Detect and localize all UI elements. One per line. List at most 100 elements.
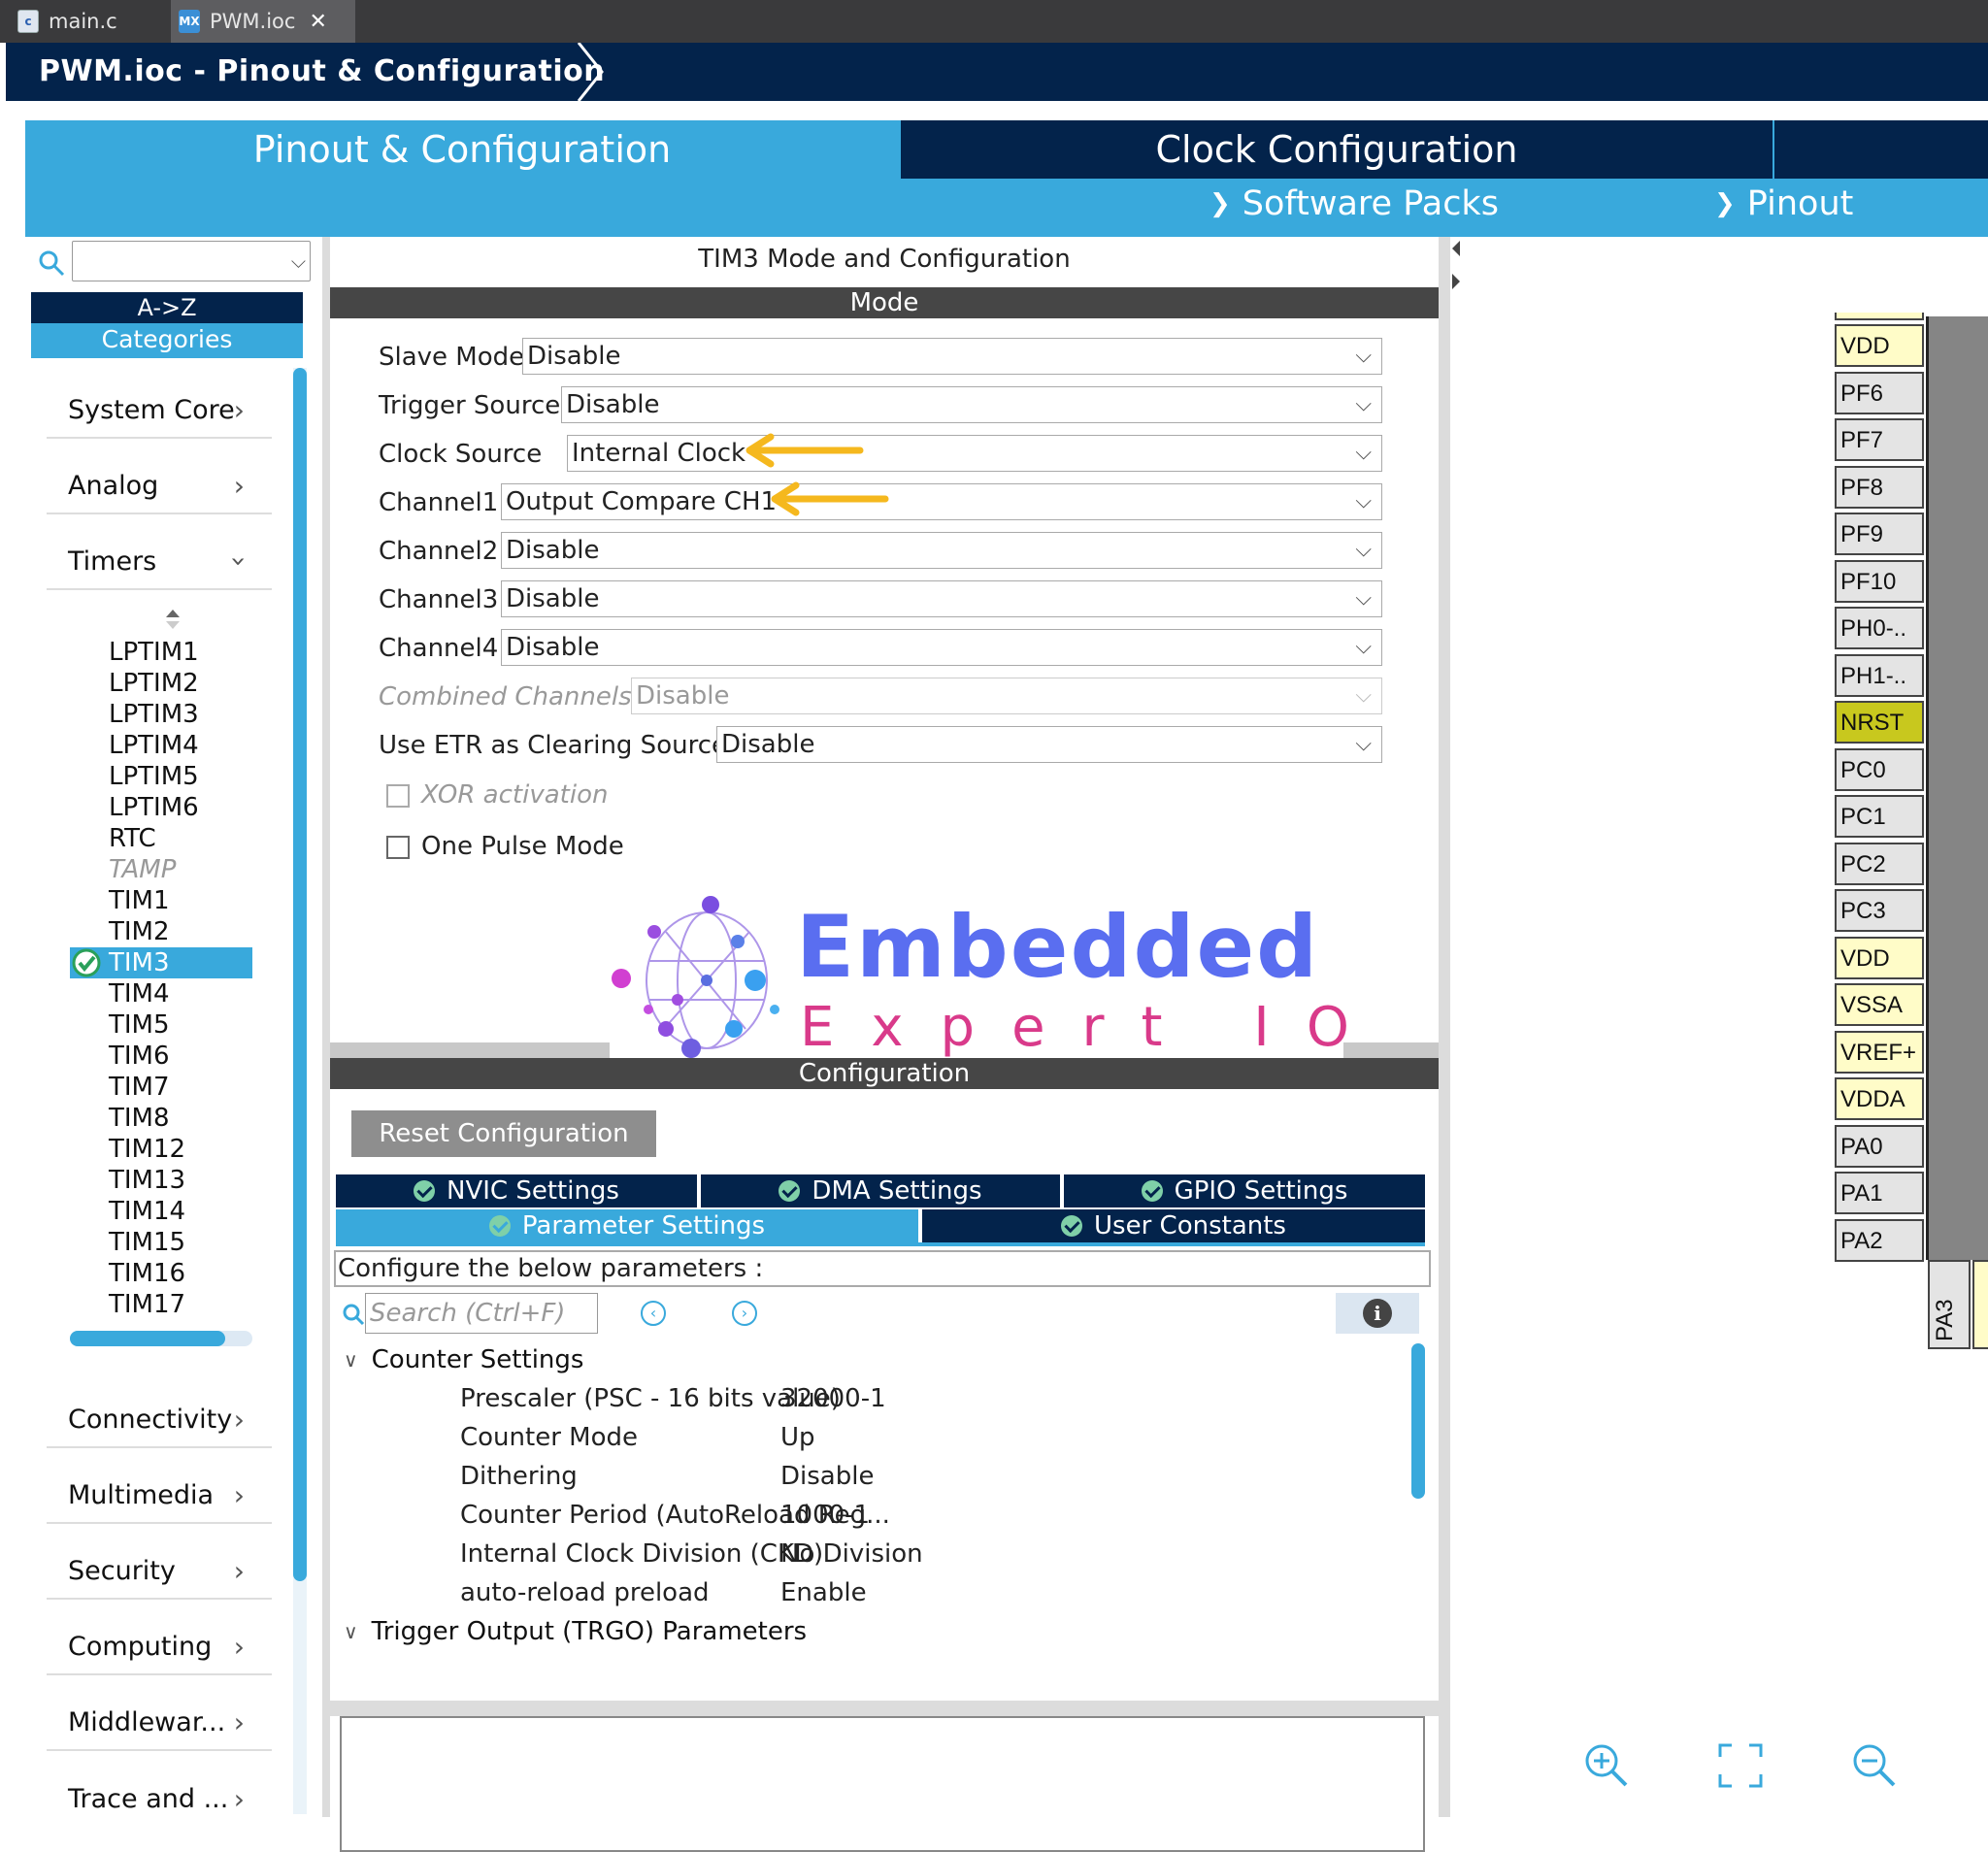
channel1-select[interactable]: Output Compare CH1 ⌵ [501,483,1382,520]
pin-nrst[interactable]: NRST [1835,701,1924,744]
channel2-select[interactable]: Disable ⌵ [501,532,1382,569]
sort-az-button[interactable]: A->Z [31,292,303,323]
parameter-search-input[interactable]: Search (Ctrl+F) [365,1293,598,1334]
horizontal-scrollbar[interactable] [70,1331,252,1346]
clock-source-select[interactable]: Internal Clock ⌵ [567,435,1382,472]
pin-pf10[interactable]: PF10 [1835,559,1924,603]
timer-item-tim16[interactable]: TIM16 [109,1258,185,1289]
zoom-in-icon[interactable] [1582,1741,1631,1790]
timer-item-lptim4[interactable]: LPTIM4 [109,730,199,761]
parameter-value[interactable]: 32000-1 [780,1384,886,1413]
tab-pinout-configuration[interactable]: Pinout & Configuration [25,120,899,179]
timer-item-tim3[interactable]: TIM3 [109,947,170,978]
tab-user-constants[interactable]: User Constants [922,1209,1425,1242]
one-pulse-mode-checkbox[interactable] [386,836,410,859]
timer-item-tim2[interactable]: TIM2 [109,916,170,947]
fit-screen-icon[interactable] [1716,1741,1765,1790]
pin-pa3[interactable]: PA3 [1928,1260,1971,1349]
category-system-core[interactable]: System Core › [47,382,272,439]
parameter-value[interactable]: No Division [780,1539,923,1569]
timer-item-tim15[interactable]: TIM15 [109,1227,185,1258]
collapse-arrows-icon[interactable] [1450,237,1462,295]
tab-gpio-settings[interactable]: GPIO Settings [1064,1174,1425,1207]
timer-item-tim6[interactable]: TIM6 [109,1041,170,1072]
pin-pa2[interactable]: PA2 [1835,1218,1924,1262]
software-packs-menu[interactable]: ❯ Software Packs [1209,184,1499,223]
timer-item-tim14[interactable]: TIM14 [109,1196,185,1227]
pin-vssa[interactable]: VSSA [1835,983,1924,1026]
category-scrollbar[interactable] [293,368,307,1814]
timer-item-rtc[interactable]: RTC [109,823,156,854]
info-button[interactable]: i [1336,1293,1419,1334]
category-multimedia[interactable]: Multimedia › [47,1468,272,1524]
tab-parameter-settings[interactable]: Parameter Settings [336,1209,918,1242]
group-trgo-parameters[interactable]: ∨ Trigger Output (TRGO) Parameters [344,1617,807,1646]
panel-divider[interactable] [1439,237,1450,1817]
pin-pf6[interactable]: PF6 [1835,371,1924,414]
category-connectivity[interactable]: Connectivity › [47,1392,272,1448]
reset-configuration-button[interactable]: Reset Configuration [351,1110,656,1157]
tab-more[interactable] [1774,120,1988,179]
timer-item-tim1[interactable]: TIM1 [109,885,170,916]
pin-vdda[interactable]: VDDA [1835,1077,1924,1120]
timer-item-lptim3[interactable]: LPTIM3 [109,699,199,730]
category-analog[interactable]: Analog › [47,458,272,514]
trigger-source-select[interactable]: Disable ⌵ [561,386,1382,423]
tab-dma-settings[interactable]: DMA Settings [701,1174,1060,1207]
pin-ph0[interactable]: PH0-.. [1835,607,1924,649]
category-trace[interactable]: Trace and ... › [47,1770,272,1827]
previous-icon[interactable]: ‹ [641,1301,666,1326]
pin-vdd[interactable]: VDD [1835,936,1924,979]
category-timers[interactable]: Timers › [47,534,272,590]
parameter-value[interactable]: Enable [780,1578,867,1607]
sort-updown-icon[interactable] [165,610,181,629]
close-icon[interactable]: ✕ [309,10,326,34]
timer-item-lptim2[interactable]: LPTIM2 [109,668,199,699]
timer-item-tim17[interactable]: TIM17 [109,1289,185,1320]
component-search-input[interactable]: ⌵ [72,241,311,281]
parameter-value[interactable]: 1000-1 [780,1501,870,1530]
group-counter-settings[interactable]: ∨ Counter Settings [344,1345,583,1374]
timer-item-lptim6[interactable]: LPTIM6 [109,792,199,823]
timer-item-tim5[interactable]: TIM5 [109,1009,170,1041]
timer-item-tim13[interactable]: TIM13 [109,1165,185,1196]
timer-item-lptim5[interactable]: LPTIM5 [109,761,199,792]
etr-select[interactable]: Disable ⌵ [716,726,1382,763]
pin-pf9[interactable]: PF9 [1835,513,1924,555]
categories-button[interactable]: Categories [31,323,303,358]
timer-item-tim4[interactable]: TIM4 [109,978,170,1009]
timer-item-tim12[interactable]: TIM12 [109,1134,185,1165]
channel3-select[interactable]: Disable ⌵ [501,580,1382,617]
pin-pc0[interactable]: PC0 [1835,747,1924,791]
timer-item-tim7[interactable]: TIM7 [109,1072,170,1103]
parameter-value[interactable]: Up [780,1423,815,1452]
tab-main-c[interactable]: c main.c [17,0,165,43]
panel-divider[interactable] [322,237,330,1817]
chevron-down-icon[interactable]: ⌵ [291,249,306,273]
pin-pc3[interactable]: PC3 [1835,889,1924,932]
parameter-scrollbar[interactable] [1411,1343,1425,1499]
pin-pf8[interactable]: PF8 [1835,465,1924,509]
category-middleware[interactable]: Middlewar... › [47,1695,272,1751]
channel4-select[interactable]: Disable ⌵ [501,629,1382,666]
pin-pc1[interactable]: PC1 [1835,795,1924,838]
tab-pwm-ioc[interactable]: MX PWM.ioc ✕ [171,0,355,43]
category-computing[interactable]: Computing › [47,1619,272,1675]
timer-item-tim8[interactable]: TIM8 [109,1103,170,1134]
pin-pa1[interactable]: PA1 [1835,1172,1924,1214]
pin-ph1[interactable]: PH1-.. [1835,653,1924,697]
pin-vref[interactable]: VREF+ [1835,1030,1924,1074]
slave-mode-select[interactable]: Disable ⌵ [522,338,1382,375]
parameter-value[interactable]: Disable [780,1462,874,1491]
pin-pc2[interactable]: PC2 [1835,842,1924,885]
zoom-out-icon[interactable] [1850,1741,1899,1790]
timer-item-lptim1[interactable]: LPTIM1 [109,637,199,668]
splitter[interactable] [330,1701,1439,1716]
next-icon[interactable]: › [732,1301,757,1326]
pin-pa0[interactable]: PA0 [1835,1124,1924,1168]
pin-vdd[interactable]: VDD [1835,324,1924,367]
category-security[interactable]: Security › [47,1543,272,1600]
tab-nvic-settings[interactable]: NVIC Settings [336,1174,697,1207]
pinout-menu[interactable]: ❯ Pinout [1714,184,1853,223]
tab-clock-configuration[interactable]: Clock Configuration [901,120,1773,179]
